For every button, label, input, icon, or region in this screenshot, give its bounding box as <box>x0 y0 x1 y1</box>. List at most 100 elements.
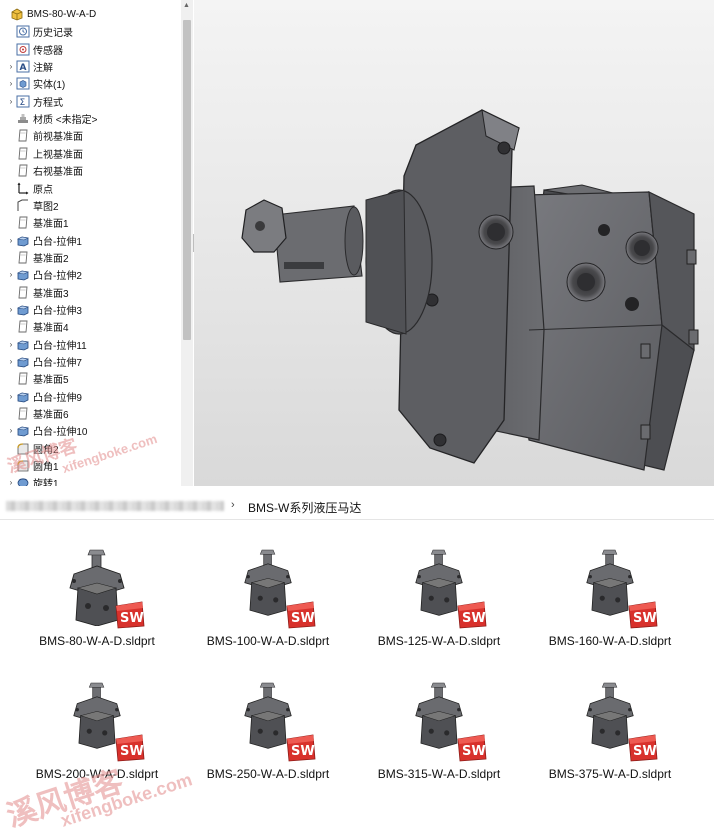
plane-icon <box>16 407 30 420</box>
file-item[interactable]: SW BMS-80-W-A-D.sldprt <box>12 546 182 666</box>
file-item[interactable]: SW BMS-375-W-A-D.sldprt <box>525 679 695 799</box>
tree-item[interactable]: › 凸台-拉伸9 <box>6 388 186 405</box>
fillet-icon <box>16 459 30 472</box>
tree-item[interactable]: › 凸台-拉伸10 <box>6 422 186 439</box>
solidworks-icon: SW <box>114 600 146 630</box>
extrude-icon <box>16 303 30 316</box>
tree-item-label: 前视基准面 <box>33 132 83 144</box>
tree-item[interactable]: › 基准面2 <box>6 249 186 266</box>
revolve-icon <box>16 476 30 486</box>
plane-icon <box>16 147 30 160</box>
tree-item[interactable]: › 右视基准面 <box>6 162 186 179</box>
spacer: › <box>0 10 10 19</box>
solidworks-icon: SW <box>114 733 146 763</box>
expand-arrow-icon[interactable]: › <box>6 270 16 279</box>
spacer: › <box>6 253 16 262</box>
tree-scrollbar[interactable]: ▲ <box>181 0 193 486</box>
expand-arrow-icon[interactable]: › <box>6 478 16 486</box>
tree-item[interactable]: › 旋转1 <box>6 474 186 486</box>
spacer: › <box>6 444 16 453</box>
tree-item[interactable]: › Σ 方程式 <box>6 93 186 110</box>
tree-item[interactable]: › 圆角2 <box>6 440 186 457</box>
spacer: › <box>6 461 16 470</box>
file-item[interactable]: SW BMS-200-W-A-D.sldprt <box>12 679 182 799</box>
plane-icon <box>16 372 30 385</box>
expand-arrow-icon[interactable]: › <box>6 236 16 245</box>
spacer: › <box>6 166 16 175</box>
solidworks-icon: SW <box>627 600 659 630</box>
expand-arrow-icon[interactable]: › <box>6 79 16 88</box>
tree-item-label: 传感器 <box>33 45 63 57</box>
tree-item[interactable]: › 前视基准面 <box>6 127 186 144</box>
file-item[interactable]: SW BMS-315-W-A-D.sldprt <box>354 679 524 799</box>
extrude-icon <box>16 390 30 403</box>
tree-item[interactable]: › 原点 <box>6 180 186 197</box>
tree-item-label: 凸台-拉伸7 <box>33 358 82 369</box>
tree-item-label: 基准面4 <box>33 323 69 335</box>
solidworks-icon: SW <box>456 733 488 763</box>
solidworks-icon: SW <box>456 600 488 630</box>
tree-item-label: 历史记录 <box>33 28 73 40</box>
tree-item[interactable]: › 凸台-拉伸3 <box>6 301 186 318</box>
extrude-icon <box>16 234 30 247</box>
annotation-icon: A <box>16 60 30 73</box>
tree-item[interactable]: › 上视基准面 <box>6 145 186 162</box>
expand-arrow-icon[interactable]: › <box>6 97 16 106</box>
tree-item-label: 基准面1 <box>33 219 69 231</box>
file-item[interactable]: SW BMS-125-W-A-D.sldprt <box>354 546 524 666</box>
spacer: › <box>6 374 16 383</box>
tree-item[interactable]: › 基准面5 <box>6 370 186 387</box>
expand-arrow-icon[interactable]: › <box>6 62 16 71</box>
svg-text:SW: SW <box>633 744 657 759</box>
spacer: › <box>6 218 16 227</box>
tree-item-label: 凸台-拉伸9 <box>33 392 82 404</box>
tree-item[interactable]: › 凸台-拉伸2 <box>6 266 186 283</box>
tree-item[interactable]: › 基准面4 <box>6 318 186 335</box>
expand-arrow-icon[interactable]: › <box>6 426 16 435</box>
tree-item[interactable]: › 圆角1 <box>6 457 186 474</box>
plane-icon <box>16 216 30 229</box>
tree-item[interactable]: › 草图2 <box>6 197 186 214</box>
expand-arrow-icon[interactable]: › <box>6 392 16 401</box>
tree-item-label: 基准面2 <box>33 253 69 265</box>
tree-item-label: 原点 <box>33 184 53 196</box>
tree-item[interactable]: › 历史记录 <box>6 23 186 40</box>
tree-item[interactable]: › 凸台-拉伸7 <box>6 353 186 370</box>
svg-text:SW: SW <box>462 611 486 626</box>
tree-root-part[interactable]: › BMS-80-W-A-D <box>0 6 180 23</box>
tree-item[interactable]: › 基准面1 <box>6 214 186 231</box>
file-item[interactable]: SW BMS-160-W-A-D.sldprt <box>525 546 695 666</box>
tree-item[interactable]: › 基准面3 <box>6 284 186 301</box>
plane-icon <box>16 164 30 177</box>
tree-item-label: 草图2 <box>33 201 59 213</box>
file-name: BMS-160-W-A-D.sldprt <box>548 634 672 648</box>
tree-item[interactable]: › 凸台-拉伸11 <box>6 336 186 353</box>
file-item[interactable]: SW BMS-250-W-A-D.sldprt <box>183 679 353 799</box>
tree-item[interactable]: › A 注解 <box>6 58 186 75</box>
tree-item-label: 右视基准面 <box>33 167 83 179</box>
expand-arrow-icon[interactable]: › <box>6 340 16 349</box>
expand-arrow-icon[interactable]: › <box>6 305 16 314</box>
scroll-up-arrow-icon[interactable]: ▲ <box>183 2 190 9</box>
extrude-icon <box>16 424 30 437</box>
graphics-viewport[interactable] <box>194 0 714 486</box>
file-item[interactable]: SW BMS-100-W-A-D.sldprt <box>183 546 353 666</box>
address-bar[interactable]: › BMS-W系列液压马达 <box>0 490 714 520</box>
spacer: › <box>6 288 16 297</box>
tree-item[interactable]: › 凸台-拉伸1 <box>6 232 186 249</box>
tree-item[interactable]: › 传感器 <box>6 41 186 58</box>
tree-item[interactable]: › 材质 <未指定> <box>6 110 186 127</box>
tree-item-label: 旋转1 <box>33 479 59 486</box>
file-name: BMS-200-W-A-D.sldprt <box>35 767 159 781</box>
expand-arrow-icon[interactable]: › <box>6 357 16 366</box>
breadcrumb-folder[interactable]: BMS-W系列液压马达 <box>248 499 361 516</box>
svg-text:SW: SW <box>120 611 144 626</box>
plane-icon <box>16 286 30 299</box>
tree-item[interactable]: › 基准面6 <box>6 405 186 422</box>
tree-scroll-thumb[interactable] <box>183 20 191 340</box>
chevron-right-icon[interactable]: › <box>231 499 235 511</box>
tree-item[interactable]: › 实体(1) <box>6 75 186 92</box>
tree-item-label: 方程式 <box>33 97 63 109</box>
equation-icon: Σ <box>16 95 30 108</box>
svg-text:SW: SW <box>291 611 315 626</box>
